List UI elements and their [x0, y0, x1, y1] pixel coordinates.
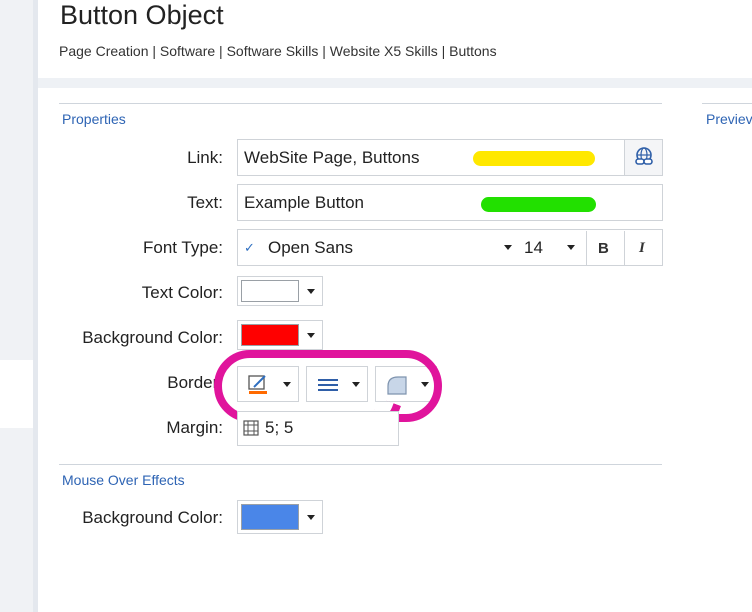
bold-button[interactable]: B — [598, 240, 609, 257]
background-color-label: Background Color: — [82, 328, 223, 347]
left-strip — [0, 0, 33, 612]
margin-value: 5; 5 — [265, 418, 294, 437]
yellow-highlight — [473, 151, 595, 166]
section-divider — [59, 464, 662, 465]
margin-field[interactable] — [237, 411, 399, 446]
green-highlight — [481, 197, 596, 212]
chevron-down-icon — [307, 515, 315, 520]
text-color-swatch — [241, 280, 299, 302]
link-label: Link: — [187, 148, 223, 167]
font-dropdown-icon[interactable] — [504, 245, 512, 250]
margin-label: Margin: — [166, 418, 223, 437]
font-size: 14 — [524, 238, 543, 257]
mouse-over-background-color-label: Background Color: — [82, 508, 223, 527]
separator — [624, 231, 625, 265]
font-size-dropdown-icon[interactable] — [567, 245, 575, 250]
page-title: Button Object — [60, 0, 224, 30]
text-color-picker[interactable] — [237, 276, 323, 306]
text-color-label: Text Color: — [141, 283, 223, 302]
preview-divider — [702, 103, 752, 104]
text-value: Example Button — [244, 193, 365, 212]
italic-button[interactable]: I — [639, 240, 645, 257]
chevron-down-icon — [307, 333, 315, 338]
separator — [586, 231, 587, 265]
margin-grid-icon — [243, 420, 259, 436]
mouse-over-section-title: Mouse Over Effects — [62, 472, 185, 488]
mouse-over-background-color-picker[interactable] — [237, 500, 323, 534]
section-divider — [59, 103, 662, 104]
link-value: WebSite Page, Buttons — [244, 148, 420, 167]
preview-section-title: Previev — [706, 111, 752, 127]
text-label: Text: — [187, 193, 223, 212]
background-color-swatch — [241, 324, 299, 346]
font-name: Open Sans — [268, 238, 354, 257]
font-check-icon: ✓ — [244, 240, 255, 255]
breadcrumb: Page Creation | Software | Software Skil… — [59, 43, 497, 59]
left-strip-item[interactable] — [0, 360, 33, 428]
font-type-label: Font Type: — [142, 238, 223, 257]
properties-section-title: Properties — [62, 111, 126, 127]
mouse-over-background-color-swatch — [241, 504, 299, 530]
chevron-down-icon — [307, 289, 315, 294]
background-color-picker[interactable] — [237, 320, 323, 350]
link-globe-icon[interactable] — [624, 140, 662, 175]
